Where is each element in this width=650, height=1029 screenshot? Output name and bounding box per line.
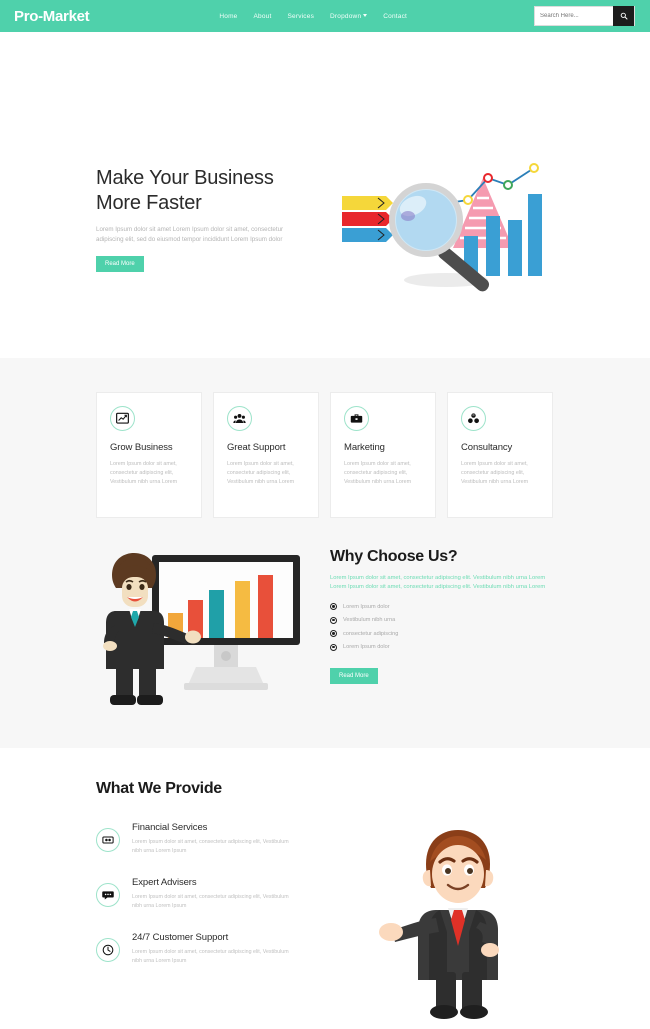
- users-group-icon: [227, 406, 252, 431]
- clock-icon: [96, 938, 120, 962]
- hero-title: Make Your Business More Faster: [96, 166, 326, 216]
- service-card-text: Lorem Ipsum dolor sit amet, consectetur …: [344, 461, 412, 485]
- dot-circle-icon: [330, 616, 337, 624]
- service-card-grow-business[interactable]: Grow Business Lorem Ipsum dolor sit amet…: [96, 392, 202, 518]
- site-header: Pro-Market Home About Services Dropdown …: [0, 0, 650, 32]
- list-item-label: Lorem Ipsum dolor: [343, 603, 390, 610]
- graph-point: [483, 173, 493, 183]
- provide-list: Financial Services Lorem Ipsum dolor sit…: [96, 822, 311, 987]
- nav-item-about[interactable]: About: [254, 13, 272, 20]
- cartoon-businessman: [379, 830, 499, 1019]
- nav-label: Dropdown: [330, 12, 362, 20]
- nav-label: About: [253, 12, 272, 20]
- cubes-icon: [461, 406, 486, 431]
- main-navigation: Home About Services Dropdown Contact: [219, 13, 407, 20]
- search-box: [534, 6, 635, 26]
- provide-item-financial-services[interactable]: Financial Services Lorem Ipsum dolor sit…: [96, 822, 311, 855]
- why-choose-section: Why Choose Us? Lorem Ipsum dolor sit ame…: [330, 548, 555, 684]
- service-card-text: Lorem Ipsum dolor sit amet, consectetur …: [110, 461, 178, 485]
- provide-item-body: 24/7 Customer Support Lorem Ipsum dolor …: [132, 932, 292, 965]
- service-card-marketing[interactable]: Marketing Lorem Ipsum dolor sit amet, co…: [330, 392, 436, 518]
- service-card-title: Grow Business: [110, 442, 173, 453]
- graph-point: [463, 195, 473, 205]
- why-choose-illustration: [103, 553, 300, 705]
- service-cards: Grow Business Lorem Ipsum dolor sit amet…: [96, 392, 553, 518]
- nav-label: Home: [219, 12, 238, 20]
- nav-item-contact[interactable]: Contact: [383, 13, 407, 20]
- hero-text-block: Make Your Business More Faster Lorem Ips…: [96, 166, 326, 272]
- provide-item-title: 24/7 Customer Support: [132, 932, 229, 943]
- graph-point: [503, 180, 513, 190]
- provide-item-text: Lorem Ipsum dolor sit amet, consectetur …: [132, 949, 289, 964]
- provide-item-body: Financial Services Lorem Ipsum dolor sit…: [132, 822, 292, 855]
- dot-circle-icon: [330, 603, 337, 610]
- provide-illustration: [379, 830, 499, 1019]
- provide-item-body: Expert Advisers Lorem Ipsum dolor sit am…: [132, 877, 292, 910]
- provide-heading: What We Provide: [96, 780, 222, 797]
- money-bill-icon: [96, 828, 120, 852]
- why-choose-heading: Why Choose Us?: [330, 548, 458, 565]
- hero-illustration: [342, 163, 542, 292]
- service-card-title: Marketing: [344, 442, 385, 453]
- why-choose-list: Lorem Ipsum dolor Vestibulum nibh urna c…: [330, 603, 555, 651]
- hero-read-more-button[interactable]: Read More: [96, 256, 144, 272]
- list-item-label: Lorem Ipsum dolor: [343, 644, 390, 650]
- service-card-text: Lorem Ipsum dolor sit amet, consectetur …: [227, 461, 295, 485]
- provide-item-text: Lorem Ipsum dolor sit amet, consectetur …: [132, 839, 289, 854]
- graph-point: [529, 163, 539, 173]
- list-item-label: Vestibulum nibh urna: [343, 617, 396, 623]
- service-card-title: Great Support: [227, 442, 286, 453]
- site-logo[interactable]: Pro-Market: [14, 8, 90, 25]
- list-item-label: consectetur adipiscing: [343, 630, 399, 637]
- briefcase-icon: [344, 406, 369, 431]
- provide-item-customer-support[interactable]: 24/7 Customer Support Lorem Ipsum dolor …: [96, 932, 311, 965]
- dot-circle-icon: [330, 630, 337, 637]
- why-choose-paragraph: Lorem Ipsum dolor sit amet, consectetur …: [330, 575, 546, 590]
- comment-icon: [96, 883, 120, 907]
- hero-title-line1: Make Your Business: [96, 167, 274, 189]
- provide-item-title: Expert Advisers: [132, 877, 197, 888]
- service-card-great-support[interactable]: Great Support Lorem Ipsum dolor sit amet…: [213, 392, 319, 518]
- nav-item-services[interactable]: Services: [288, 13, 315, 20]
- provide-item-title: Financial Services: [132, 822, 208, 833]
- hero-section: Make Your Business More Faster Lorem Ips…: [0, 32, 650, 358]
- provide-item-text: Lorem Ipsum dolor sit amet, consectetur …: [132, 894, 289, 909]
- list-item[interactable]: Lorem Ipsum dolor: [330, 643, 555, 651]
- dot-circle-icon: [330, 643, 337, 651]
- why-choose-read-more-button[interactable]: Read More: [330, 668, 378, 684]
- list-item[interactable]: Lorem Ipsum dolor: [330, 603, 555, 610]
- chart-line-icon: [110, 406, 135, 431]
- landing-page: Pro-Market Home About Services Dropdown …: [0, 0, 650, 1029]
- hero-paragraph: Lorem Ipsum dolor sit amet Lorem Ipsum d…: [96, 226, 284, 243]
- search-icon: [620, 12, 627, 20]
- provide-item-expert-advisers[interactable]: Expert Advisers Lorem Ipsum dolor sit am…: [96, 877, 311, 910]
- service-card-text: Lorem Ipsum dolor sit amet, consectetur …: [461, 461, 529, 485]
- search-button[interactable]: [613, 6, 634, 26]
- arrow-bars-icon: [342, 196, 393, 242]
- search-input[interactable]: [535, 7, 613, 25]
- list-item[interactable]: consectetur adipiscing: [330, 630, 555, 637]
- service-card-title: Consultancy: [461, 442, 513, 453]
- hero-title-line2: More Faster: [96, 192, 202, 214]
- service-card-consultancy[interactable]: Consultancy Lorem Ipsum dolor sit amet, …: [447, 392, 553, 518]
- nav-item-home[interactable]: Home: [219, 13, 237, 20]
- nav-item-dropdown[interactable]: Dropdown: [330, 12, 368, 20]
- chevron-down-icon: [363, 14, 368, 18]
- nav-label: Contact: [383, 12, 408, 20]
- list-item[interactable]: Vestibulum nibh urna: [330, 616, 555, 624]
- nav-label: Services: [287, 12, 315, 20]
